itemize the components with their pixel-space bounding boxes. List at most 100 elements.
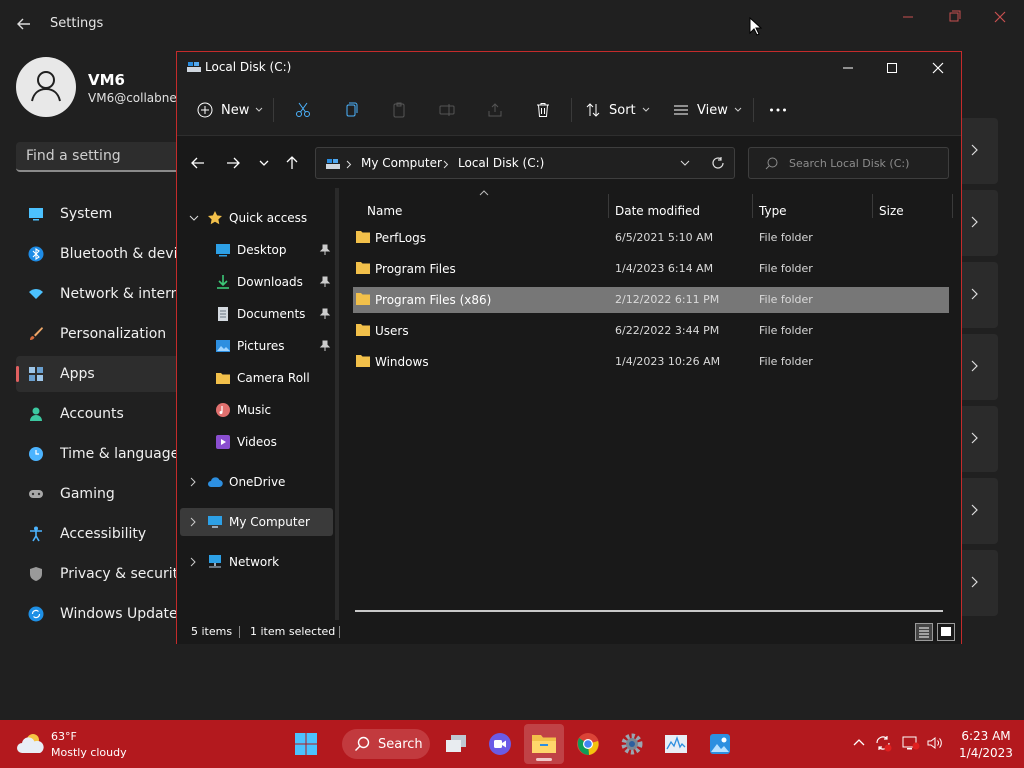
- chevron-up-icon[interactable]: [850, 734, 868, 752]
- column-divider[interactable]: [608, 194, 609, 218]
- delete-button[interactable]: [535, 98, 551, 122]
- maximize-icon[interactable]: [881, 58, 903, 78]
- bluetooth-icon: [28, 246, 44, 262]
- column-header-name[interactable]: Name: [367, 204, 402, 218]
- avatar[interactable]: [16, 57, 76, 117]
- nav-music[interactable]: Music: [180, 396, 333, 424]
- file-explorer-taskbar-button[interactable]: [524, 724, 564, 764]
- nav-network[interactable]: Network: [180, 548, 333, 576]
- folder-icon: [532, 735, 556, 753]
- pin-icon[interactable]: [319, 276, 331, 288]
- nav-camera-roll[interactable]: Camera Roll: [180, 364, 333, 392]
- scissors-icon: [296, 102, 310, 117]
- nav-item-windows-update[interactable]: Windows Update: [16, 596, 186, 632]
- sort-button[interactable]: Sort: [585, 98, 650, 122]
- close-icon[interactable]: [927, 58, 949, 78]
- pin-icon[interactable]: [319, 308, 331, 320]
- file-row[interactable]: Windows 1/4/2023 10:26 AM File folder: [353, 349, 949, 375]
- breadcrumb-local-disk[interactable]: Local Disk (C:): [458, 156, 544, 170]
- nav-my-computer[interactable]: My Computer: [180, 508, 333, 536]
- details-view-button[interactable]: [915, 623, 933, 641]
- pin-icon[interactable]: [319, 340, 331, 352]
- column-divider[interactable]: [752, 194, 753, 218]
- cut-button[interactable]: [295, 98, 311, 122]
- chevron-right-icon: [971, 288, 978, 300]
- weather-cloud-icon[interactable]: [16, 731, 46, 757]
- minimize-icon[interactable]: [837, 58, 859, 78]
- breadcrumb-my-computer[interactable]: My Computer: [361, 156, 442, 170]
- nav-quick-access[interactable]: Quick access: [180, 204, 333, 232]
- nav-desktop[interactable]: Desktop: [180, 236, 333, 264]
- chrome-button[interactable]: [574, 730, 602, 758]
- nav-item-network[interactable]: Network & internet: [16, 276, 190, 312]
- folder-icon: [216, 373, 230, 384]
- clock-time[interactable]: 6:23 AM: [958, 729, 1014, 743]
- nav-item-accessibility[interactable]: Accessibility: [16, 516, 186, 552]
- explorer-titlebar[interactable]: Local Disk (C:): [177, 52, 961, 84]
- settings-taskbar-button[interactable]: [618, 730, 646, 758]
- more-options-button[interactable]: [769, 98, 787, 122]
- teams-chat-button[interactable]: [486, 730, 514, 758]
- nav-onedrive[interactable]: OneDrive: [180, 468, 333, 496]
- find-setting-input[interactable]: Find a setting: [16, 142, 186, 172]
- view-button[interactable]: View: [673, 98, 742, 122]
- column-header-date[interactable]: Date modified: [615, 204, 700, 218]
- task-view-button[interactable]: [442, 730, 470, 758]
- address-bar[interactable]: My Computer Local Disk (C:): [315, 147, 735, 179]
- close-icon[interactable]: [990, 8, 1010, 26]
- search-input[interactable]: Search Local Disk (C:): [748, 147, 949, 179]
- chevron-down-icon[interactable]: [680, 160, 690, 167]
- nav-pictures[interactable]: Pictures: [180, 332, 333, 360]
- up-arrow-icon[interactable]: [283, 154, 301, 172]
- taskbar-search-button[interactable]: Search: [342, 729, 430, 759]
- nav-videos[interactable]: Videos: [180, 428, 333, 456]
- nav-item-gaming[interactable]: Gaming: [16, 476, 186, 512]
- weather-description[interactable]: Mostly cloudy: [51, 746, 127, 759]
- pin-icon[interactable]: [319, 244, 331, 256]
- nav-item-accounts[interactable]: Accounts: [16, 396, 186, 432]
- minimize-icon[interactable]: [898, 8, 918, 26]
- file-row[interactable]: Users 6/22/2022 3:44 PM File folder: [353, 318, 949, 344]
- column-divider[interactable]: [872, 194, 873, 218]
- start-button[interactable]: [292, 730, 320, 758]
- paste-button[interactable]: [391, 98, 407, 122]
- nav-documents[interactable]: Documents: [180, 300, 333, 328]
- column-divider[interactable]: [952, 194, 953, 218]
- nav-item-privacy[interactable]: Privacy & security: [16, 556, 186, 592]
- folder-icon: [356, 355, 370, 367]
- rename-button[interactable]: [439, 98, 455, 122]
- sync-alert-icon[interactable]: [874, 734, 892, 752]
- weather-temperature[interactable]: 63°F: [51, 730, 77, 743]
- volume-icon[interactable]: [926, 734, 944, 752]
- file-row[interactable]: Program Files 1/4/2023 6:14 AM File fold…: [353, 256, 949, 282]
- nav-item-personalization[interactable]: Personalization: [16, 316, 186, 352]
- nav-item-bluetooth[interactable]: Bluetooth & devices: [16, 236, 190, 272]
- performance-monitor-button[interactable]: [662, 730, 690, 758]
- restore-icon[interactable]: [944, 8, 964, 26]
- back-arrow-icon[interactable]: [189, 154, 207, 172]
- selection-count: 1 item selected: [250, 625, 336, 638]
- nav-downloads[interactable]: Downloads: [180, 268, 333, 296]
- column-header-type[interactable]: Type: [759, 204, 787, 218]
- nav-item-system[interactable]: System: [16, 196, 186, 232]
- chevron-down-icon[interactable]: [255, 154, 273, 172]
- file-row[interactable]: PerfLogs 6/5/2021 5:10 AM File folder: [353, 225, 949, 251]
- chevron-right-icon: [346, 160, 352, 169]
- refresh-icon[interactable]: [711, 156, 725, 170]
- horizontal-scrollbar[interactable]: [355, 610, 943, 612]
- nav-pane-scrollbar[interactable]: [335, 188, 339, 620]
- nav-item-apps[interactable]: Apps: [16, 356, 186, 392]
- share-button[interactable]: [487, 98, 503, 122]
- photos-button[interactable]: [706, 730, 734, 758]
- new-button[interactable]: New: [197, 98, 263, 122]
- forward-arrow-icon[interactable]: [224, 154, 242, 172]
- tiles-view-button[interactable]: [937, 623, 955, 641]
- file-row-selected[interactable]: Program Files (x86) 2/12/2022 6:11 PM Fi…: [353, 287, 949, 313]
- back-arrow-icon[interactable]: [14, 14, 34, 34]
- column-header-size[interactable]: Size: [879, 204, 904, 218]
- update-icon: [28, 606, 44, 622]
- copy-button[interactable]: [343, 98, 359, 122]
- network-tray-icon[interactable]: [902, 734, 920, 752]
- clock-date[interactable]: 1/4/2023: [958, 746, 1014, 760]
- nav-item-time-language[interactable]: Time & language: [16, 436, 186, 472]
